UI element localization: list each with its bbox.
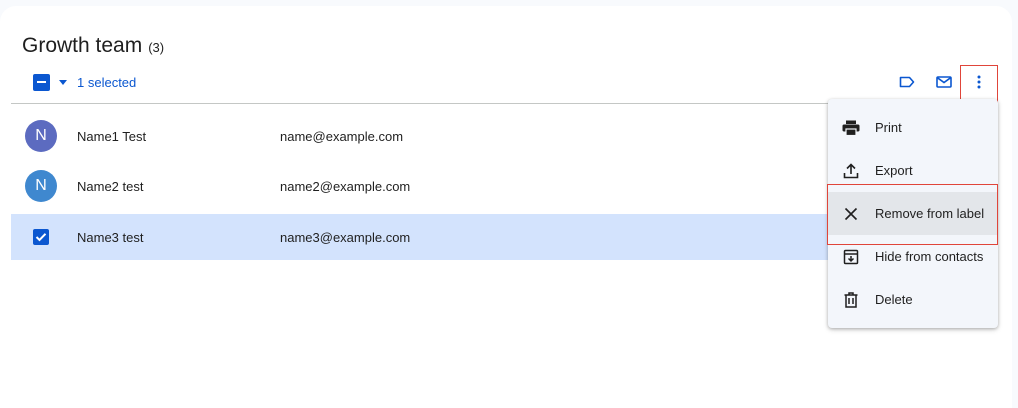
- menu-label: Hide from contacts: [875, 249, 984, 264]
- row-checkbox[interactable]: [33, 229, 49, 245]
- menu-item-export[interactable]: Export: [828, 149, 998, 192]
- print-icon: [841, 118, 861, 138]
- contact-name: Name2 test: [77, 178, 144, 194]
- contact-email: name2@example.com: [280, 178, 411, 194]
- menu-item-remove-from-label[interactable]: Remove from label: [828, 192, 998, 235]
- table-row[interactable]: N Name2 test name2@example.com: [11, 163, 828, 209]
- contact-name: Name3 test: [77, 229, 144, 245]
- avatar[interactable]: N: [25, 170, 57, 202]
- header-divider: [11, 103, 828, 104]
- menu-label: Delete: [875, 292, 913, 307]
- menu-item-delete[interactable]: Delete: [828, 278, 998, 321]
- menu-item-hide-from-contacts[interactable]: Hide from contacts: [828, 235, 998, 278]
- label-header: Growth team (3): [22, 34, 164, 58]
- trash-icon: [841, 290, 861, 310]
- email-icon[interactable]: [932, 70, 956, 94]
- table-row[interactable]: N Name1 Test name@example.com: [11, 113, 828, 159]
- label-icon[interactable]: [895, 70, 919, 94]
- select-all-checkbox[interactable]: [33, 73, 50, 91]
- selection-count: 1 selected: [77, 74, 137, 90]
- contact-email: name3@example.com: [280, 229, 411, 245]
- menu-label: Remove from label: [875, 206, 985, 221]
- more-actions-menu: Print Export Remove from label Hide from…: [828, 99, 998, 328]
- menu-label: Print: [875, 120, 902, 135]
- contact-count: (3): [148, 40, 165, 55]
- export-icon: [841, 161, 861, 181]
- selection-dropdown-icon[interactable]: [59, 79, 67, 85]
- selection-bar: 1 selected: [33, 72, 136, 92]
- table-row-selected[interactable]: Name3 test name3@example.com: [11, 214, 828, 260]
- contact-email: name@example.com: [280, 128, 404, 144]
- archive-icon: [841, 247, 861, 267]
- page-title: Growth team: [22, 34, 143, 57]
- menu-item-print[interactable]: Print: [828, 106, 998, 149]
- close-icon: [841, 204, 861, 224]
- menu-label: Export: [875, 163, 913, 178]
- contact-name: Name1 Test: [77, 128, 147, 144]
- avatar[interactable]: N: [25, 120, 57, 152]
